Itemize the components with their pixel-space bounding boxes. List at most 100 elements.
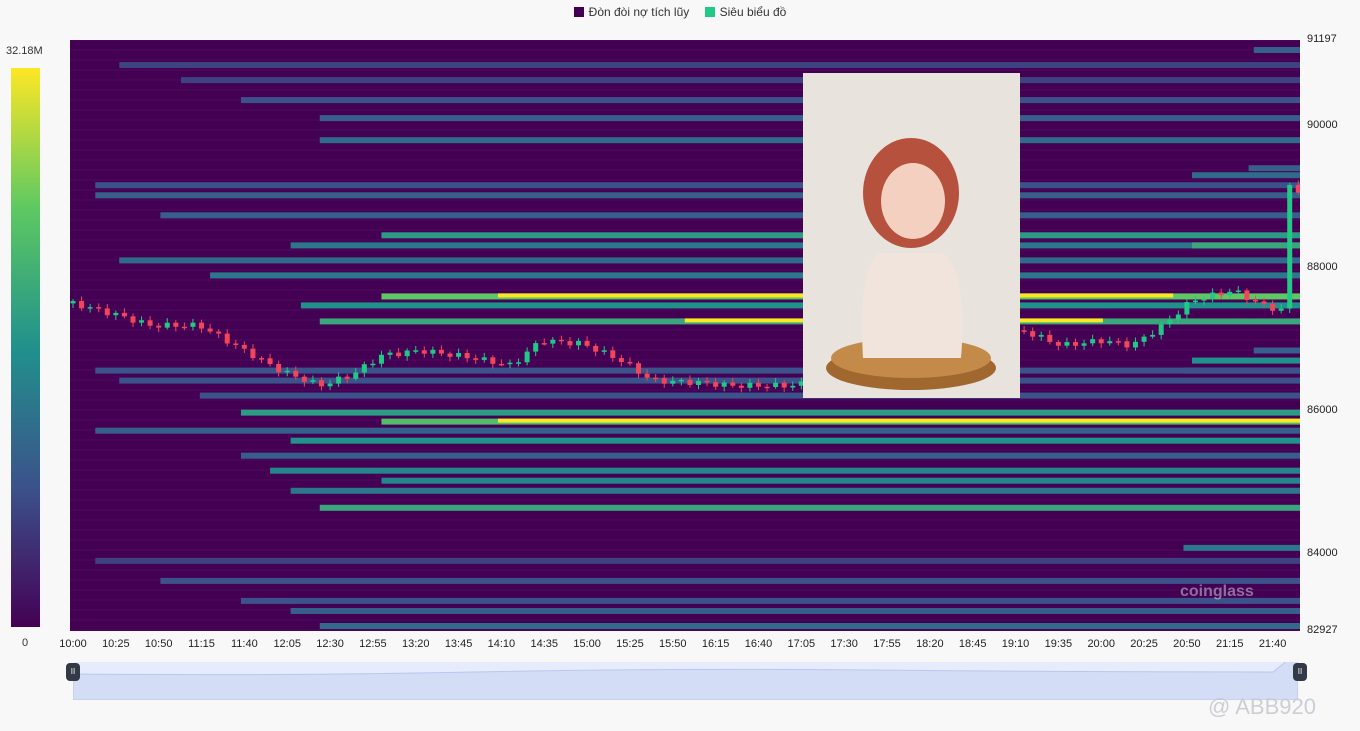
x-tick-label: 12:05 [273, 638, 301, 650]
candle-body [464, 353, 470, 359]
time-navigator[interactable] [72, 650, 1299, 701]
x-tick-label: 15:25 [616, 638, 644, 650]
heatmap-band [1248, 165, 1300, 172]
candle-body [1090, 339, 1096, 344]
candle-body [1192, 300, 1198, 303]
candle-body [618, 358, 624, 362]
candle-body [721, 382, 727, 387]
candle-body [1158, 324, 1164, 335]
legend-label: Đòn đòi nợ tích lũy [588, 5, 690, 19]
candle-body [678, 379, 684, 382]
candle-body [567, 341, 573, 346]
candle-body [293, 370, 299, 377]
candle-body [781, 382, 787, 388]
candle-body [396, 352, 402, 357]
candle-body [113, 312, 119, 316]
candle-body [241, 344, 247, 349]
candle-body [1055, 341, 1061, 346]
candle-body [139, 320, 145, 323]
y-tick-label: 86000 [1307, 404, 1338, 417]
candle-body [558, 339, 564, 342]
candle-body [1107, 341, 1113, 344]
navigator-right-handle[interactable]: II [1293, 663, 1307, 681]
heatmap-band [290, 242, 1300, 249]
x-tick-label: 21:40 [1258, 638, 1287, 650]
candle-body [704, 380, 710, 383]
candle-body [87, 307, 93, 309]
heatmap-band [1253, 347, 1300, 354]
candle-body [96, 307, 102, 309]
credit-watermark: @ ABB920 [1208, 694, 1316, 719]
heatmap-band [119, 377, 1300, 384]
figure-image [803, 73, 1020, 398]
heatmap-plot[interactable] [70, 40, 1300, 631]
y-tick-label: 82927 [1307, 624, 1338, 636]
candle-body [456, 353, 462, 357]
navigator-left-handle[interactable]: II [66, 663, 80, 681]
heatmap-band [381, 477, 1300, 484]
candle-body [1244, 290, 1250, 301]
heatmap-band [1192, 172, 1300, 179]
x-tick-label: 15:00 [573, 638, 601, 650]
x-tick-label: 11:15 [188, 638, 215, 650]
heatmap-band [95, 182, 1300, 189]
x-tick-label: 17:55 [873, 638, 901, 650]
x-tick-label: 10:00 [59, 638, 87, 650]
candle-body [1287, 184, 1293, 309]
candle-body [1261, 301, 1267, 304]
candle-body [687, 379, 693, 385]
candle-body [147, 320, 153, 326]
y-tick-label: 91197 [1307, 33, 1337, 45]
colorbar-min-label: 0 [22, 637, 29, 649]
candle-body [730, 382, 736, 386]
heatmap-band [1253, 47, 1300, 54]
candle-body [1201, 299, 1207, 301]
heatmap-band [210, 272, 1300, 279]
candle-body [370, 363, 376, 366]
candle-body [550, 339, 556, 344]
legend-swatch [704, 7, 715, 17]
candle-body [601, 350, 607, 352]
candle-body [1210, 292, 1216, 300]
heatmap-band [199, 392, 1300, 399]
candle-body [490, 357, 496, 364]
candle-body [507, 362, 513, 365]
candle-body [584, 340, 590, 346]
candle-body [473, 358, 479, 360]
heatmap-band [240, 597, 1300, 604]
candle-body [378, 354, 384, 364]
candle-body [104, 308, 110, 316]
candle-body [738, 385, 744, 388]
candle-body [1235, 290, 1241, 292]
candle-body [301, 376, 307, 382]
heatmap-band [1183, 544, 1300, 551]
candle-body [387, 352, 393, 355]
candle-body [1270, 303, 1276, 311]
candle-body [259, 358, 265, 360]
candle-body [404, 350, 410, 357]
x-tick-label: 14:10 [487, 638, 516, 650]
legend-item-supercharts[interactable]: Siêu biểu đồ [704, 5, 787, 19]
x-tick-label: 20:25 [1130, 638, 1158, 650]
candle-body [1184, 302, 1190, 315]
legend-label: Siêu biểu đồ [719, 5, 787, 19]
candle-body [773, 382, 779, 388]
coinglass-watermark: coinglass [1180, 583, 1254, 600]
candle-body [336, 376, 342, 384]
candle-body [130, 316, 136, 323]
heatmap-band [319, 622, 1300, 629]
x-tick-label: 11:40 [231, 638, 258, 650]
candle-body [70, 300, 76, 304]
x-tick-label: 12:55 [359, 638, 387, 650]
heatmap-band [95, 427, 1300, 434]
candle-body [284, 370, 290, 373]
candle-body [653, 377, 659, 380]
candle-body [216, 331, 222, 334]
candle-body [233, 343, 239, 345]
candle-body [764, 386, 770, 389]
x-tick-label: 16:40 [744, 638, 773, 650]
candle-body [747, 382, 753, 388]
candle-body [1167, 319, 1173, 325]
legend-item-liquidation[interactable]: Đòn đòi nợ tích lũy [573, 5, 690, 19]
x-tick-label: 12:30 [316, 638, 344, 650]
